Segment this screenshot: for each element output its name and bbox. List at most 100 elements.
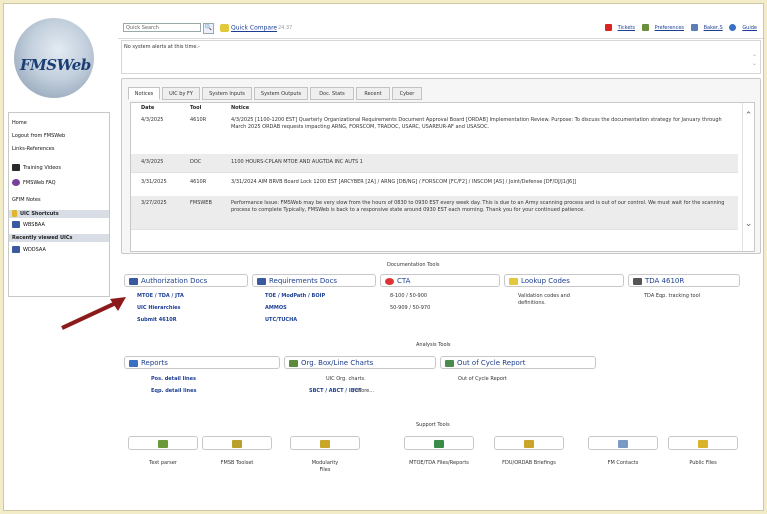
notice-tool: 4610R bbox=[190, 179, 207, 185]
fmsb-toolset-button[interactable] bbox=[202, 436, 272, 450]
table-row: 4/3/2025 4610R 4/3/2025 [1100-1200 EST] … bbox=[131, 114, 738, 155]
notice-date: 4/3/2025 bbox=[141, 117, 164, 123]
submit-4610r-link[interactable]: Submit 4610R bbox=[137, 317, 177, 323]
notice-date: 4/3/2025 bbox=[141, 159, 164, 165]
scroll-down-icon[interactable]: ⌄ bbox=[743, 219, 754, 229]
tab-recent[interactable]: Recent bbox=[356, 87, 390, 100]
reports-label: Reports bbox=[141, 359, 168, 367]
search-icon[interactable]: 🔍 bbox=[203, 23, 214, 34]
notice-date: 3/27/2025 bbox=[141, 200, 167, 206]
notices-panel: Notices UIC by FY System Inputs System O… bbox=[121, 78, 761, 254]
mtoe-tda-files-button[interactable] bbox=[404, 436, 474, 450]
sidebar-item-gfim[interactable]: GFIM Notes bbox=[12, 197, 41, 203]
preferences-icon bbox=[641, 24, 649, 31]
lookup-desc-1: Validation codes and bbox=[518, 293, 570, 299]
utc-tucha-link[interactable]: UTC/TUCHA bbox=[265, 317, 297, 323]
notice-tool: DOC bbox=[190, 159, 202, 165]
guide-icon bbox=[729, 24, 737, 31]
fdu-ordab-briefings-button[interactable] bbox=[494, 436, 564, 450]
sidebar-item-logout[interactable]: Logout from FMSWeb bbox=[12, 133, 65, 139]
org-charts-desc: UIC Org. charts. bbox=[326, 376, 366, 382]
top-toolbar: Quick Search 🔍 Quick Compare 24.37 Ticke… bbox=[118, 21, 763, 39]
tickets-link[interactable]: Tickets bbox=[618, 25, 635, 31]
preferences-link[interactable]: Preferences bbox=[655, 25, 684, 31]
modularity-label: Modularity bbox=[311, 460, 339, 466]
notices-scrollbar[interactable]: ⌃ ⌄ bbox=[742, 103, 754, 251]
more-link[interactable]: / more... bbox=[353, 388, 374, 394]
document-icon bbox=[12, 246, 20, 253]
org-charts-button[interactable]: Org. Box/Line Charts bbox=[284, 356, 436, 369]
out-of-cycle-report-button[interactable]: Out of Cycle Report bbox=[440, 356, 596, 369]
mtoe-tda-files-label: MTOE/TDA Files/Reports bbox=[409, 460, 469, 466]
graduation-cap-icon bbox=[12, 164, 20, 171]
sidebar-item-links[interactable]: Links-References bbox=[12, 146, 54, 152]
org-charts-label: Org. Box/Line Charts bbox=[301, 359, 374, 367]
pos-detail-lines-link[interactable]: Pos. detail lines bbox=[151, 376, 196, 382]
ammos-link[interactable]: AMMOS bbox=[265, 305, 287, 311]
reports-button[interactable]: Reports bbox=[124, 356, 280, 369]
sidebar-item-training[interactable]: Training Videos bbox=[12, 164, 61, 171]
analysis-tools-title: Analysis Tools bbox=[416, 342, 451, 348]
fmsweb-logo[interactable]: FMSWeb bbox=[14, 18, 110, 98]
system-alerts-box: No system alerts at this time.- ⌃ ⌄ bbox=[121, 40, 761, 74]
tracking-icon bbox=[633, 278, 642, 285]
cta-range-2: 50-909 / 50-970 bbox=[390, 305, 431, 311]
lookup-codes-button[interactable]: Lookup Codes bbox=[504, 274, 624, 287]
fdu-ordab-briefings-label: FDU/ORDAB Briefings bbox=[502, 460, 556, 466]
tab-system-outputs[interactable]: System Outputs bbox=[254, 87, 308, 100]
tab-cyber[interactable]: Cyber bbox=[392, 87, 422, 100]
checkmark-icon bbox=[604, 24, 612, 31]
contacts-icon bbox=[618, 440, 628, 448]
tab-notices[interactable]: Notices bbox=[128, 87, 160, 100]
fm-contacts-button[interactable] bbox=[588, 436, 658, 450]
modularity-files-button[interactable] bbox=[290, 436, 360, 450]
folder-icon bbox=[524, 440, 534, 448]
fm-contacts-label: FM Contacts bbox=[607, 460, 639, 466]
top-right-links: Tickets Preferences Baker,S Guide bbox=[600, 24, 757, 31]
notices-table: Date Tool Notice 4/3/2025 4610R 4/3/2025… bbox=[130, 102, 755, 252]
notice-tool: 4610R bbox=[190, 117, 207, 123]
requirements-docs-button[interactable]: Requirements Docs bbox=[252, 274, 376, 287]
quick-compare-link[interactable]: Quick Compare bbox=[220, 24, 277, 32]
documentation-tools-title: Documentation Tools bbox=[387, 262, 440, 268]
scroll-up-icon[interactable]: ⌃ bbox=[743, 111, 754, 121]
tab-doc-stats[interactable]: Doc. Stats bbox=[310, 87, 354, 100]
lookup-desc-2: definitions. bbox=[518, 300, 546, 306]
tda-desc: TDA Eqp. tracking tool bbox=[644, 293, 701, 299]
alerts-scroll-icon[interactable]: ⌃ ⌄ bbox=[752, 55, 758, 69]
user-link[interactable]: Baker,S bbox=[704, 25, 723, 31]
uic-hierarchies-link[interactable]: UIC Hierarchies bbox=[137, 305, 181, 311]
tab-system-inputs[interactable]: System Inputs bbox=[202, 87, 252, 100]
logo-text: FMSWeb bbox=[20, 56, 91, 74]
mtoe-tda-jta-link[interactable]: MTOE / TDA / JTA bbox=[137, 293, 184, 299]
sidebar-item-uic-shortcut[interactable]: WBSBAA bbox=[12, 221, 45, 228]
recent-uic-label: WDDSAA bbox=[23, 247, 46, 253]
authorization-docs-button[interactable]: Authorization Docs bbox=[124, 274, 248, 287]
public-files-label: Public Files bbox=[689, 460, 717, 466]
public-files-button[interactable] bbox=[668, 436, 738, 450]
fmsb-toolset-label: FMSB Toolset bbox=[220, 460, 254, 466]
recent-uics-header: Recently viewed UICs bbox=[9, 234, 109, 242]
sidebar-item-faq[interactable]: FMSWeb FAQ bbox=[12, 179, 56, 186]
text-parser-button[interactable] bbox=[128, 436, 198, 450]
authorization-docs-label: Authorization Docs bbox=[141, 277, 208, 285]
tab-uic-by-fy[interactable]: UIC by FY bbox=[162, 87, 200, 100]
pencil-icon bbox=[12, 210, 17, 217]
toe-modpath-boip-link[interactable]: TOE / ModPath / BOIP bbox=[265, 293, 325, 299]
sidebar-item-recent-uic[interactable]: WDDSAA bbox=[12, 246, 46, 253]
sidebar-item-home[interactable]: Home bbox=[12, 120, 27, 126]
table-row: 4/3/2025 DOC 1100 HOURS-CPLAN MTOE AND A… bbox=[131, 154, 738, 173]
cta-icon bbox=[385, 278, 394, 285]
tda-4610r-button[interactable]: TDA 4610R bbox=[628, 274, 740, 287]
uic-shortcuts-label: UIC Shortcuts bbox=[20, 211, 59, 217]
eqp-detail-lines-link[interactable]: Eqp. detail lines bbox=[151, 388, 196, 394]
guide-link[interactable]: Guide bbox=[742, 25, 757, 31]
lookup-codes-label: Lookup Codes bbox=[521, 277, 570, 285]
search-input[interactable]: Quick Search bbox=[123, 23, 201, 32]
annotation-arrow bbox=[61, 297, 126, 330]
file-icon bbox=[434, 440, 444, 448]
cta-label: CTA bbox=[397, 277, 411, 285]
tda-4610r-label: TDA 4610R bbox=[645, 277, 685, 285]
cta-button[interactable]: CTA bbox=[380, 274, 500, 287]
folder-icon bbox=[320, 440, 330, 448]
